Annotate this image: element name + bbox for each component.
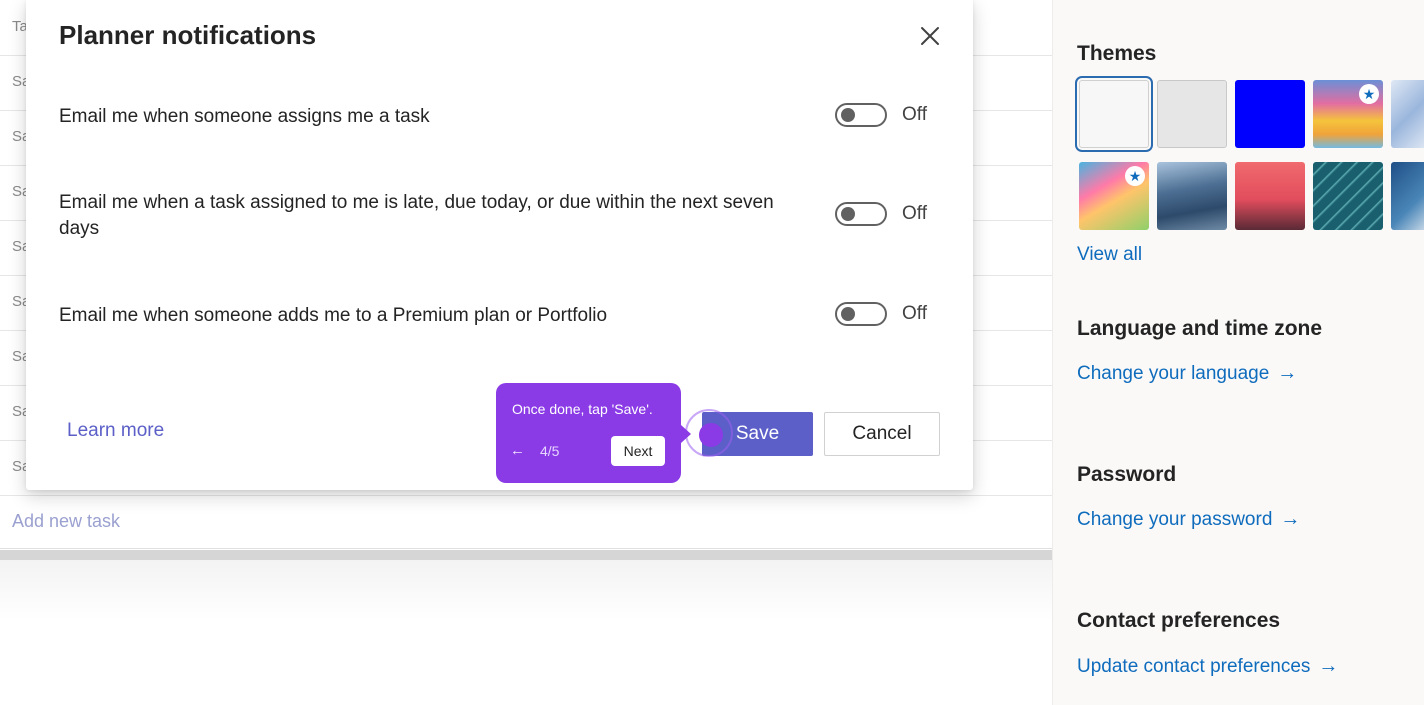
arrow-right-icon: →	[1318, 655, 1339, 677]
panel-shadow	[0, 560, 1052, 620]
toggle-switch[interactable]	[835, 103, 887, 127]
setting-label: Email me when someone adds me to a Premi…	[59, 305, 608, 326]
view-all-label: View all	[1077, 244, 1143, 265]
tooltip-text: Once done, tap 'Save'.	[512, 401, 653, 417]
arrow-right-icon: →	[1277, 362, 1298, 384]
change-language-label: Change your language	[1077, 362, 1270, 384]
guide-hotspot-dot[interactable]	[699, 423, 723, 447]
cancel-button[interactable]: Cancel	[824, 412, 940, 456]
password-heading: Password	[1077, 463, 1177, 486]
settings-panel: Themes ★ ★ View all Language and time zo…	[1052, 0, 1424, 705]
theme-rainbow[interactable]: ★	[1313, 80, 1383, 148]
contact-preferences-heading: Contact preferences	[1077, 609, 1281, 632]
theme-circuit-teal[interactable]	[1313, 162, 1383, 230]
arrow-left-icon[interactable]: ←	[510, 442, 525, 459]
add-new-task-row[interactable]: Add new task	[0, 494, 1052, 549]
setting-row-premium-plan: Email me when someone adds me to a Premi…	[59, 302, 939, 330]
theme-mountain-blue[interactable]	[1157, 162, 1227, 230]
toggle-state-label: Off	[902, 303, 927, 324]
update-contact-preferences-link[interactable]: Update contact preferences →	[1077, 655, 1338, 678]
add-new-task-label: Add new task	[12, 511, 121, 531]
setting-row-assigns-task: Email me when someone assigns me a task …	[59, 103, 939, 131]
view-all-themes-link[interactable]: View all	[1077, 244, 1142, 266]
theme-white[interactable]	[1075, 76, 1153, 152]
theme-grid: ★ ★	[1075, 76, 1424, 238]
toggle-state-label: Off	[902, 104, 927, 125]
divider	[0, 550, 1052, 560]
change-password-label: Change your password	[1077, 508, 1273, 530]
theme-colorful-art[interactable]: ★	[1079, 162, 1149, 230]
theme-blue[interactable]	[1235, 80, 1305, 148]
guide-tooltip: Once done, tap 'Save'. ← 4/5 Next	[496, 383, 681, 483]
tooltip-next-button[interactable]: Next	[611, 436, 665, 466]
setting-row-late-task: Email me when a task assigned to me is l…	[59, 190, 939, 244]
arrow-right-icon: →	[1280, 508, 1301, 530]
close-icon	[921, 27, 939, 45]
change-password-link[interactable]: Change your password →	[1077, 508, 1300, 531]
theme-palm-sunset[interactable]	[1235, 162, 1305, 230]
dialog-title: Planner notifications	[59, 20, 317, 50]
star-icon: ★	[1359, 84, 1379, 104]
toggle-state-label: Off	[902, 203, 927, 224]
setting-label: Email me when someone assigns me a task	[59, 106, 430, 127]
tooltip-step-counter: 4/5	[540, 443, 560, 459]
change-language-link[interactable]: Change your language →	[1077, 362, 1297, 385]
toggle-switch[interactable]	[835, 302, 887, 326]
toggle-switch[interactable]	[835, 202, 887, 226]
close-button[interactable]	[914, 20, 946, 52]
language-heading: Language and time zone	[1077, 317, 1323, 340]
theme-light-abstract[interactable]	[1391, 80, 1424, 148]
toggle-knob	[841, 307, 855, 321]
themes-heading: Themes	[1077, 42, 1157, 65]
theme-light-gray[interactable]	[1157, 80, 1227, 148]
learn-more-link[interactable]: Learn more	[67, 420, 164, 442]
theme-dark-blue-abstract[interactable]	[1391, 162, 1424, 230]
toggle-knob	[841, 207, 855, 221]
setting-label: Email me when a task assigned to me is l…	[59, 192, 774, 239]
update-contact-label: Update contact preferences	[1077, 655, 1311, 677]
star-icon: ★	[1125, 166, 1145, 186]
tooltip-caret	[681, 425, 691, 443]
toggle-knob	[841, 108, 855, 122]
